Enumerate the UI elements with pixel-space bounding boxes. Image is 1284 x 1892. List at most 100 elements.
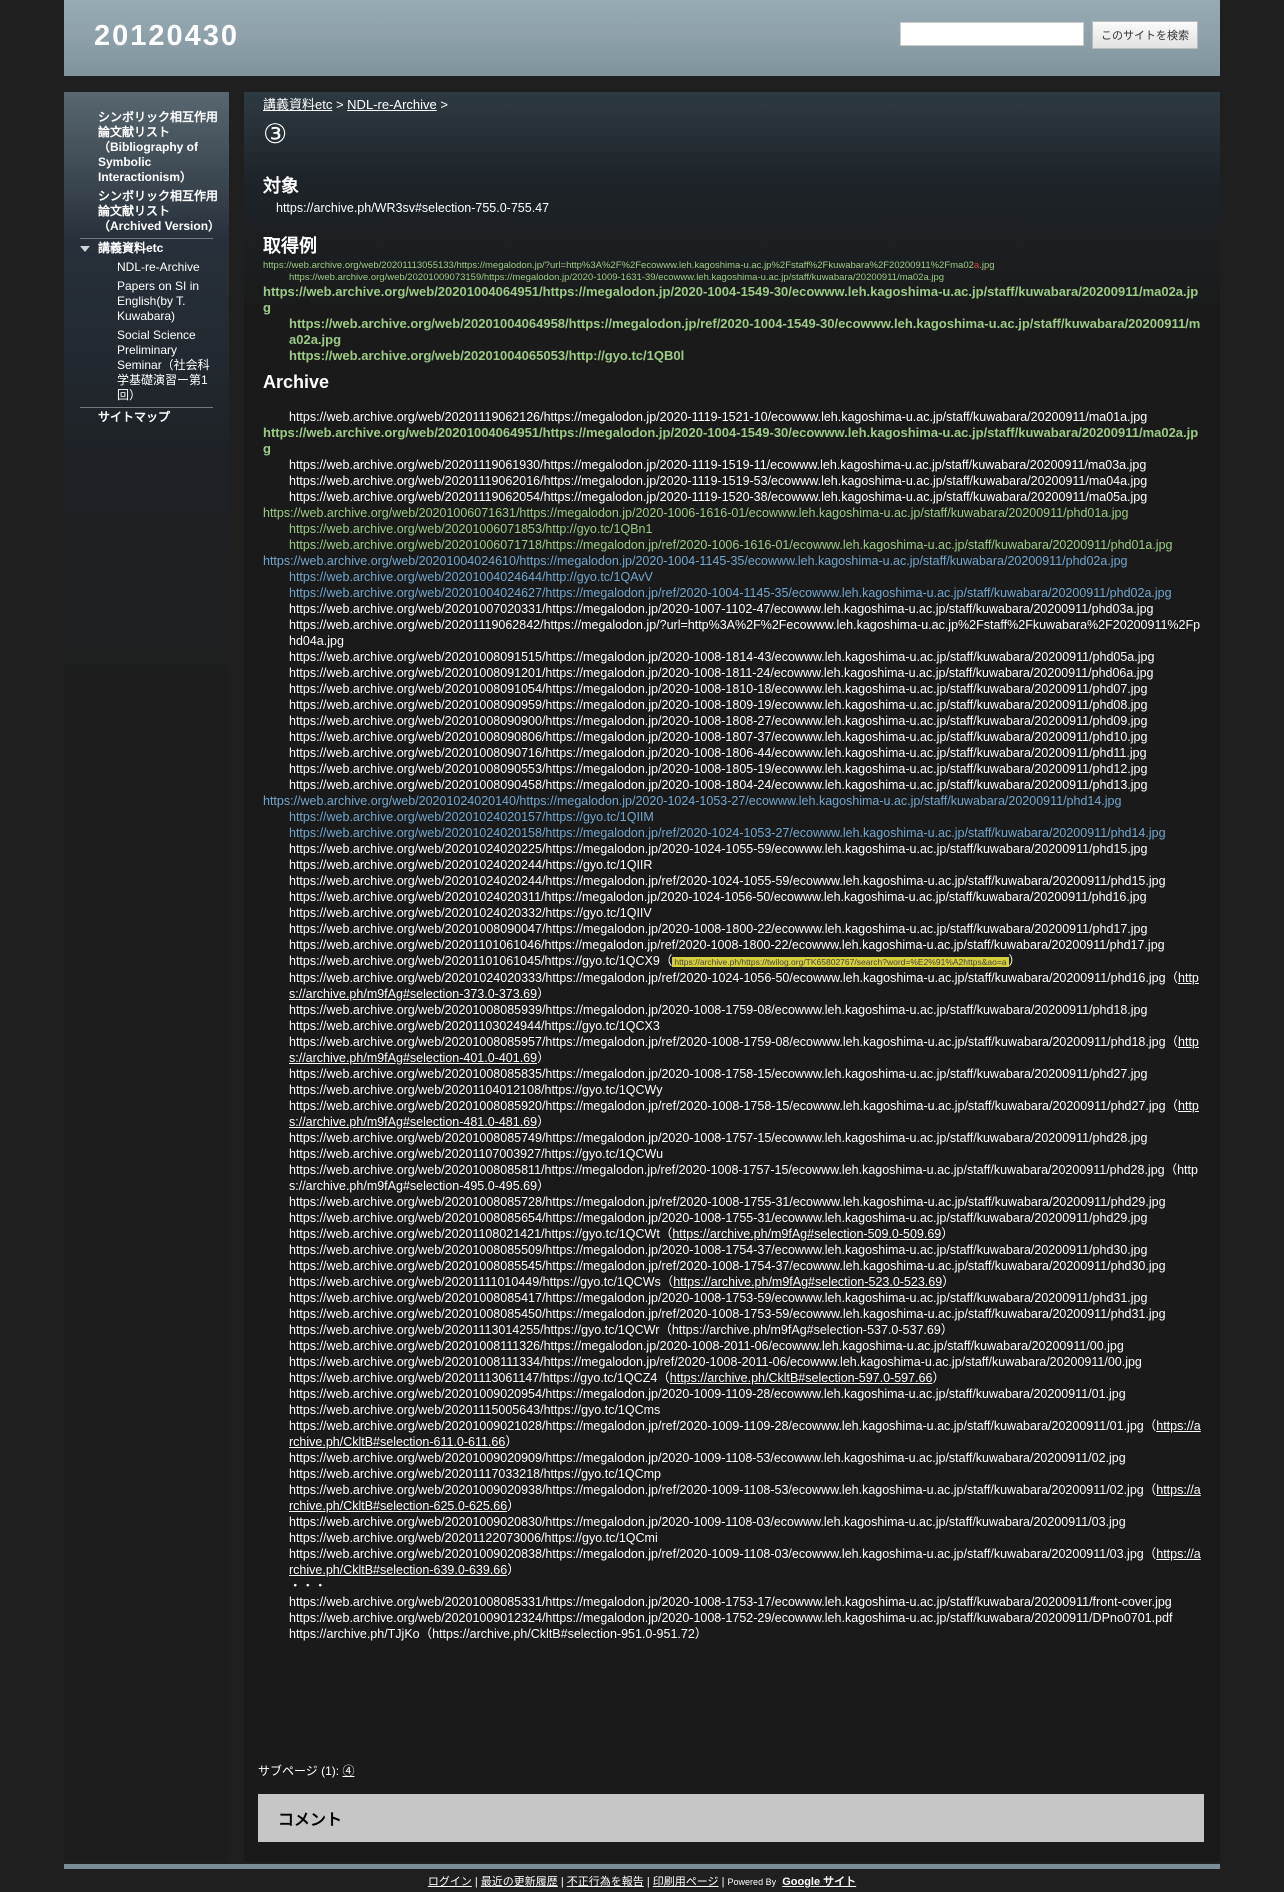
archive-line-suffix: ） (942, 1275, 955, 1289)
archive-line: https://web.archive.org/web/202010080853… (263, 1594, 1204, 1610)
archive-line-suffix: ） (932, 1371, 945, 1385)
print-page-link[interactable]: 印刷用ページ (653, 1876, 719, 1888)
sidebar-item-bibliography[interactable]: シンボリック相互作用論文献リスト（Bibliography of Symboli… (64, 110, 229, 185)
sidebar-item-social-science-seminar[interactable]: Social Science Preliminary Seminar（社会科学基… (64, 328, 229, 403)
subpages: サブページ (1): ④ (258, 1762, 354, 1779)
archive-line-text: https://web.archive.org/web/202010240203… (289, 971, 1179, 985)
archive-link[interactable]: https://archive.ph/CkltB#selection-597.0… (670, 1371, 933, 1385)
archive-line-text: https://web.archive.org/web/202010080857… (289, 1131, 1148, 1145)
archive-line-text: https://web.archive.org/web/202010090209… (289, 1387, 1126, 1401)
login-link[interactable]: ログイン (428, 1876, 472, 1888)
archive-line-text: https://web.archive.org/web/202011040121… (289, 1083, 663, 1097)
archive-line-text: https://web.archive.org/web/202010080909… (289, 714, 1148, 728)
report-abuse-link[interactable]: 不正行為を報告 (567, 1876, 644, 1888)
footer-divider (64, 1864, 1220, 1869)
expand-arrow-icon[interactable] (80, 245, 90, 252)
site-title[interactable]: 20120430 (94, 20, 239, 53)
footer-separator: | (718, 1876, 728, 1888)
archive-line: https://web.archive.org/web/202010090210… (263, 1418, 1204, 1450)
archive-line: https://web.archive.org/web/202010080857… (263, 1130, 1204, 1146)
archive-line: https://web.archive.org/web/202010240202… (263, 857, 1204, 873)
archive-line: https://web.archive.org/web/202011110104… (263, 1274, 1204, 1290)
archive-line-text: https://web.archive.org/web/202010240202… (289, 858, 653, 872)
archive-line-text: https://web.archive.org/web/202010060718… (289, 522, 653, 536)
archive-line-text: https://web.archive.org/web/202010060716… (263, 506, 1129, 520)
archive-line: https://web.archive.org/web/202010080857… (263, 1194, 1204, 1210)
sidebar-item-ndl-re-archive[interactable]: NDL-re-Archive (64, 260, 229, 275)
example-line: https://web.archive.org/web/202010040649… (263, 284, 1199, 315)
sidebar-item-lecture-materials[interactable]: 講義資料etc (64, 241, 229, 256)
archive-line-text: https://web.archive.org/web/202010080900… (289, 922, 1148, 936)
archive-line-text: https://web.archive.org/web/202010240201… (289, 810, 654, 824)
archive-line-text: https://web.archive.org/web/202010080855… (289, 1259, 1166, 1273)
archive-line-text: https://web.archive.org/web/202010040246… (263, 554, 1128, 568)
comments-title: コメント (278, 1812, 343, 1829)
archive-line: https://web.archive.org/web/202010240202… (263, 873, 1204, 889)
breadcrumb: 講義資料etc > NDL-re-Archive > (263, 97, 1204, 113)
footer-separator: | (557, 1876, 567, 1888)
archive-line: https://web.archive.org/web/202010080855… (263, 1258, 1204, 1274)
divider (80, 238, 213, 239)
example-line: https://web.archive.org/web/202010090731… (289, 272, 945, 283)
footer: ログイン | 最近の更新履歴 | 不正行為を報告 | 印刷用ページ | Powe… (0, 1873, 1284, 1889)
archive-link[interactable]: https://archive.ph/m9fAg#selection-523.0… (673, 1275, 942, 1289)
sidebar-item-papers-on-si[interactable]: Papers on SI in English(by T. Kuwabara) (64, 279, 229, 324)
recent-changes-link[interactable]: 最近の更新履歴 (481, 1876, 558, 1888)
sidebar-item-archived-version[interactable]: シンボリック相互作用論文献リスト（Archived Version） (64, 189, 229, 234)
archive-line-text: https://web.archive.org/web/202010080908… (289, 730, 1148, 744)
breadcrumb-link-lecture[interactable]: 講義資料etc (263, 97, 332, 112)
archive-line: https://web.archive.org/web/202011030249… (263, 1018, 1204, 1034)
archive-line-text: https://web.archive.org/web/202010080909… (289, 698, 1148, 712)
archive-line: https://web.archive.org/web/202010240203… (263, 970, 1204, 1002)
sidebar-item-sitemap[interactable]: サイトマップ (64, 410, 229, 425)
archive-line: https://web.archive.org/web/202010040649… (263, 425, 1204, 457)
archive-line: https://web.archive.org/web/202010240202… (263, 841, 1204, 857)
page-title: ③ (263, 119, 288, 149)
archive-line: https://web.archive.org/web/202010060718… (263, 521, 1204, 537)
archive-line: https://web.archive.org/web/202010090123… (263, 1610, 1204, 1626)
archive-line: https://web.archive.org/web/202010080907… (263, 745, 1204, 761)
archive-line: https://web.archive.org/web/202011220730… (263, 1530, 1204, 1546)
archive-line-suffix: ） (507, 1563, 520, 1577)
archive-line-text: https://web.archive.org/web/202011010610… (289, 938, 1165, 952)
archive-line: https://web.archive.org/web/202010070203… (263, 601, 1204, 617)
archive-line-suffix: ） (537, 987, 550, 1001)
archive-line-text: https://web.archive.org/web/202010080859… (289, 1035, 1179, 1049)
archive-line-text: https://web.archive.org/web/202010080854… (289, 1291, 1148, 1305)
breadcrumb-separator: > (332, 97, 348, 112)
search-input[interactable] (900, 22, 1084, 46)
archive-line: https://web.archive.org/web/202010080858… (263, 1162, 1204, 1194)
archive-line-text: https://web.archive.org/web/202010080910… (289, 682, 1148, 696)
archive-line-suffix: ） (1008, 954, 1022, 968)
search-button[interactable]: このサイトを検索 (1092, 21, 1198, 49)
archive-line-text: https://web.archive.org/web/202010080912… (289, 666, 1154, 680)
sidebar: シンボリック相互作用論文献リスト（Bibliography of Symboli… (64, 92, 229, 1862)
archive-line: https://web.archive.org/web/202010060717… (263, 537, 1204, 553)
archive-line: https://web.archive.org/web/202010040246… (263, 553, 1204, 569)
archive-line-text: https://web.archive.org/web/202011190628… (289, 618, 1201, 648)
archive-line-text: https://web.archive.org/web/202011190620… (289, 490, 1148, 504)
archive-line-text: https://web.archive.org/web/202010090209… (289, 1483, 1157, 1497)
archive-line: https://web.archive.org/web/202010060716… (263, 505, 1204, 521)
archive-line-text: https://web.archive.org/web/202010090210… (289, 1419, 1157, 1433)
archive-link[interactable]: https://archive.ph/m9fAg#selection-509.0… (672, 1227, 941, 1241)
breadcrumb-link-ndl[interactable]: NDL-re-Archive (347, 97, 437, 112)
archive-line: https://web.archive.org/web/202011130142… (263, 1322, 1204, 1338)
archive-line: https://web.archive.org/web/202010240203… (263, 889, 1204, 905)
archive-line-text: https://web.archive.org/web/202010081113… (289, 1355, 1142, 1369)
divider (80, 407, 213, 408)
archive-line-text: https://web.archive.org/web/202010040649… (263, 425, 1199, 456)
archive-line: https://web.archive.org/web/202010080854… (263, 1306, 1204, 1322)
google-sites-link[interactable]: Google サイト (782, 1876, 856, 1888)
section-heading-example: 取得例 (263, 236, 317, 256)
archive-line-suffix: ） (537, 1051, 550, 1065)
archive-line: https://web.archive.org/web/202010080900… (263, 921, 1204, 937)
archive-line: https://web.archive.org/web/202011190620… (263, 489, 1204, 505)
archive-line-text: https://web.archive.org/web/202011130611… (289, 1371, 670, 1385)
archive-line: https://web.archive.org/web/202010081113… (263, 1354, 1204, 1370)
subpage-link[interactable]: ④ (342, 1764, 354, 1778)
archive-line: https://web.archive.org/web/202010090208… (263, 1514, 1204, 1530)
archive-line: https://web.archive.org/web/202011150056… (263, 1402, 1204, 1418)
archive-line-text: https://web.archive.org/web/202010080904… (289, 778, 1148, 792)
archive-line: https://web.archive.org/web/202010040246… (263, 569, 1204, 585)
